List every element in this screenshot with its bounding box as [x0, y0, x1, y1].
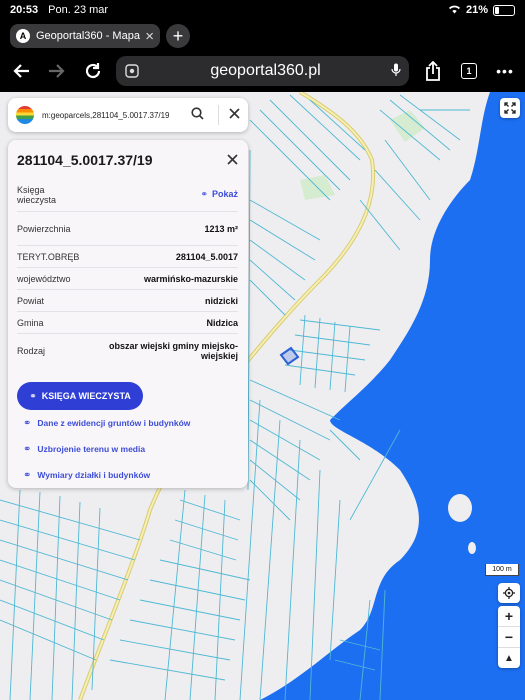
- fullscreen-icon[interactable]: [500, 98, 520, 118]
- link-icon: ⚭: [23, 417, 32, 429]
- new-tab-button[interactable]: +: [166, 24, 190, 48]
- share-icon[interactable]: [420, 58, 446, 84]
- row-label: województwo: [17, 273, 71, 284]
- parcel-search-box[interactable]: m:geoparcels,281104_5.0017.37/19: [8, 98, 248, 132]
- search-icon[interactable]: [191, 107, 204, 123]
- address-bar[interactable]: geoportal360.pl: [116, 56, 409, 86]
- link-wymiary[interactable]: ⚭ Wymiary działki i budynków: [23, 462, 238, 488]
- row-teryt: TERYT.OBRĘB 281104_5.0017: [17, 246, 238, 268]
- row-label: Powierzchnia: [17, 223, 71, 234]
- link-icon: ⚭: [23, 469, 32, 481]
- back-arrow-icon[interactable]: [8, 58, 34, 84]
- zoom-controls: + − ▲: [498, 606, 520, 668]
- status-time: 20:53: [10, 4, 39, 16]
- reload-icon[interactable]: [80, 58, 106, 84]
- link-label: Wymiary działki i budynków: [37, 470, 151, 480]
- row-value: obszar wiejski gminy miejsko-wiejskiej: [108, 341, 238, 361]
- status-bar: 20:53 Pon. 23 mar 21%: [0, 0, 525, 20]
- link-label: Dane z ewidencji gruntów i budynków: [37, 418, 191, 428]
- row-rodzaj: Rodzaj obszar wiejski gminy miejsko-wiej…: [17, 334, 238, 368]
- link-icon: ⚭: [23, 443, 32, 455]
- row-label: Powiat: [17, 295, 45, 306]
- wifi-icon: [448, 4, 461, 17]
- site-settings-icon[interactable]: [124, 63, 140, 79]
- row-value: nidzicki: [204, 295, 238, 306]
- link-label: Uzbrojenie terenu w media: [37, 444, 146, 454]
- microphone-icon[interactable]: [391, 63, 401, 80]
- row-powiat: Powiat nidzicki: [17, 290, 238, 312]
- row-label: Gmina: [17, 317, 44, 328]
- url-text: geoportal360.pl: [210, 62, 321, 79]
- more-icon[interactable]: •••: [492, 58, 518, 84]
- link-icon: ⚭: [200, 189, 208, 199]
- forest-area: [300, 110, 425, 200]
- close-tab-icon[interactable]: ×: [145, 28, 154, 45]
- tab-title: Geoportal360 - Mapa I: [36, 30, 142, 42]
- row-value: warmińsko-mazurskie: [143, 273, 238, 284]
- forward-arrow-icon[interactable]: [44, 58, 70, 84]
- row-label: Księga wieczysta: [17, 184, 57, 205]
- close-panel-icon[interactable]: [227, 150, 238, 170]
- tabs-icon[interactable]: 1: [456, 58, 482, 84]
- lake-water: [260, 92, 525, 700]
- divider: [218, 105, 219, 125]
- row-gmina: Gmina Nidzica: [17, 312, 238, 334]
- button-label: KSIĘGA WIECZYSTA: [41, 391, 131, 401]
- tab-count: 1: [461, 63, 477, 79]
- row-powierzchnia: Powierzchnia 1213 m²: [17, 212, 238, 246]
- search-query[interactable]: m:geoparcels,281104_5.0017.37/19: [42, 111, 191, 120]
- geoportal-logo: [16, 106, 34, 124]
- ksiega-wieczysta-button[interactable]: ⚭ KSIĘGA WIECZYSTA: [17, 382, 143, 410]
- row-label: TERYT.OBRĘB: [17, 251, 80, 262]
- parcel-info-panel: 281104_5.0017.37/19 Księga wieczysta ⚭ Po…: [8, 140, 248, 488]
- browser-tab[interactable]: A Geoportal360 - Mapa I ×: [10, 24, 160, 48]
- clear-search-icon[interactable]: [229, 106, 240, 124]
- status-date: Pon. 23 mar: [48, 4, 109, 16]
- site-favicon: A: [16, 29, 30, 43]
- battery-percent: 21%: [465, 4, 488, 16]
- row-value: 281104_5.0017: [175, 251, 238, 262]
- zoom-in-button[interactable]: +: [498, 606, 520, 627]
- zoom-out-button[interactable]: −: [498, 627, 520, 648]
- row-value: 1213 m²: [204, 223, 238, 234]
- link-ewidencja[interactable]: ⚭ Dane z ewidencji gruntów i budynków: [23, 410, 238, 436]
- locate-me-icon[interactable]: [498, 583, 520, 603]
- compass-button[interactable]: ▲: [498, 648, 520, 668]
- row-ksiega: Księga wieczysta ⚭ Pokaż: [17, 178, 238, 212]
- parcel-title: 281104_5.0017.37/19: [17, 152, 153, 168]
- status-right: 21%: [448, 4, 515, 17]
- map-scale: 100 m: [485, 564, 519, 576]
- battery-icon: [493, 4, 515, 16]
- browser-toolbar: geoportal360.pl 1 •••: [0, 50, 525, 92]
- row-wojewodztwo: województwo warmińsko-mazurskie: [17, 268, 238, 290]
- link-icon: ⚭: [29, 390, 37, 401]
- show-link-label: Pokaż: [211, 189, 238, 199]
- row-value: Nidzica: [206, 317, 238, 328]
- row-label: Rodzaj: [17, 346, 46, 356]
- show-ksiega-link[interactable]: ⚭ Pokaż: [200, 189, 238, 200]
- link-uzbrojenie[interactable]: ⚭ Uzbrojenie terenu w media: [23, 436, 238, 462]
- tab-strip: A Geoportal360 - Mapa I × +: [0, 20, 525, 50]
